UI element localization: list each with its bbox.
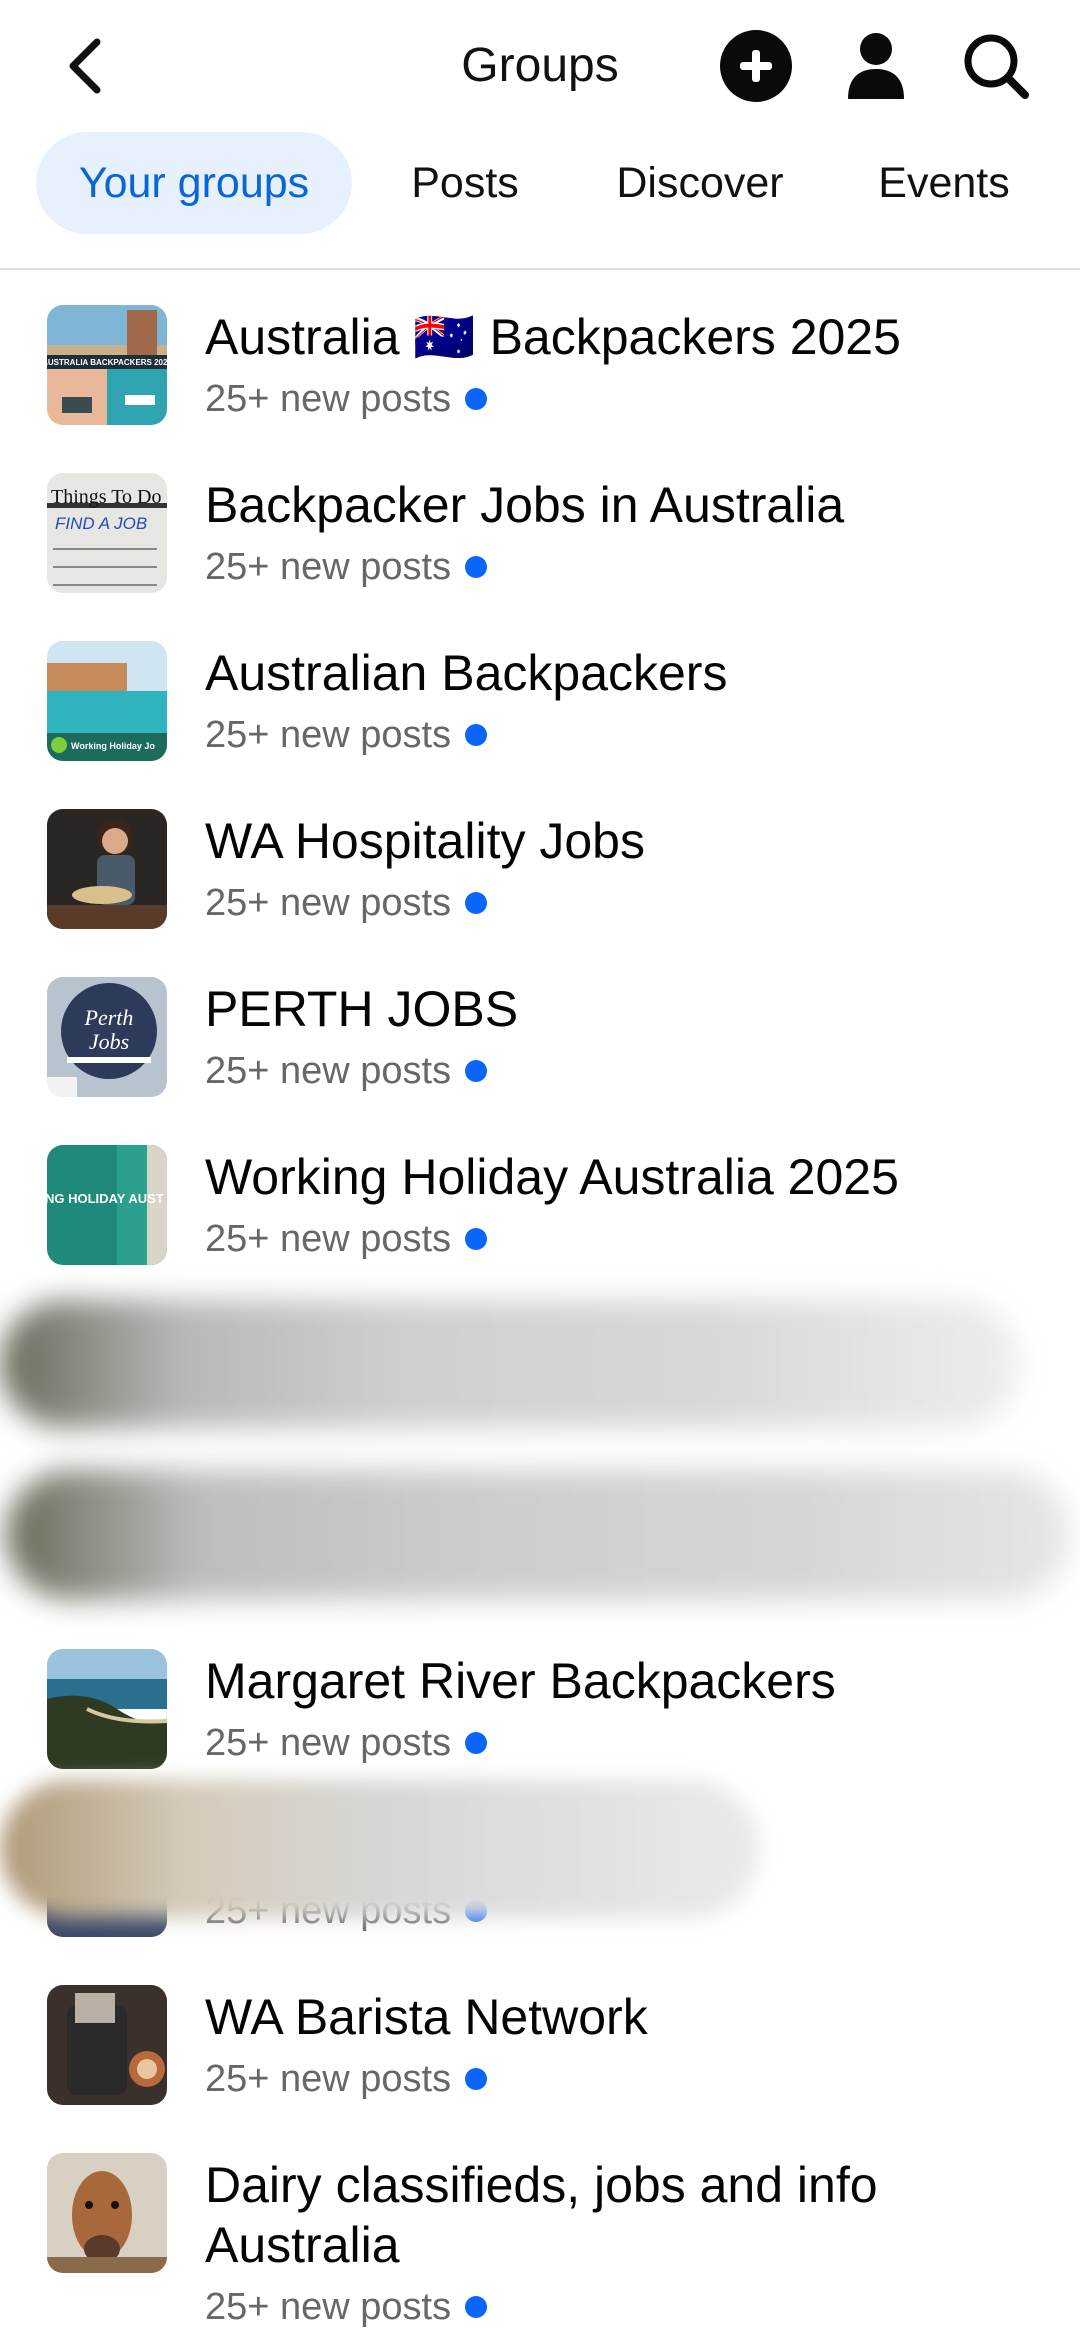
tab-discover[interactable]: Discover: [596, 132, 804, 234]
group-thumbnail: Things To Do FIND A JOB: [47, 473, 167, 593]
group-item-backpacker-jobs-in-australia[interactable]: Things To Do FIND A JOB Backpacker Jobs …: [0, 473, 1080, 633]
top-app-bar: Groups: [0, 0, 1080, 130]
group-thumbnail: NG HOLIDAY AUST: [47, 1145, 167, 1265]
group-thumbnail: AUSTRALIA BACKPACKERS 2022: [47, 305, 167, 425]
group-name: Dairy classifieds, jobs and info Austral…: [205, 2157, 878, 2273]
unread-dot: [465, 1228, 488, 1250]
person-icon: [848, 33, 904, 99]
search-button[interactable]: [958, 28, 1034, 104]
group-name: Margaret River Backpackers: [205, 1653, 836, 1709]
group-thumbnail: [47, 1985, 167, 2105]
svg-text:FIND A JOB: FIND A JOB: [55, 514, 147, 533]
svg-text:NG HOLIDAY AUST: NG HOLIDAY AUST: [47, 1191, 164, 1206]
group-thumbnail: Working Holiday Jo: [47, 641, 167, 761]
group-activity: 25+ new posts: [205, 879, 488, 927]
group-activity: 25+ new posts: [205, 1719, 488, 1767]
group-item-wa-barista-network[interactable]: WA Barista Network 25+ new posts: [0, 1985, 1080, 2145]
group-name: Australian Backpackers: [205, 645, 728, 701]
new-posts-label: 25+ new posts: [205, 1218, 452, 1260]
new-posts-label: 25+ new posts: [205, 2286, 452, 2328]
tab-bar: Your groups Posts Discover Events: [0, 130, 1080, 236]
redacted-group-item: [6, 1470, 1070, 1600]
new-posts-label: 25+ new posts: [205, 546, 452, 588]
tab-divider: [0, 268, 1080, 270]
tab-posts[interactable]: Posts: [386, 132, 544, 234]
new-posts-label: 25+ new posts: [205, 714, 452, 756]
group-activity: 25+ new posts: [205, 375, 488, 423]
group-item-wa-hospitality-jobs[interactable]: WA Hospitality Jobs 25+ new posts: [0, 809, 1080, 969]
group-activity: 25+ new posts: [205, 711, 488, 759]
unread-dot: [465, 388, 488, 410]
group-activity: 25+ new posts: [205, 2055, 488, 2103]
unread-dot: [465, 556, 488, 578]
unread-dot: [465, 1732, 488, 1754]
unread-dot: [465, 2068, 488, 2090]
redacted-group-item: [0, 1300, 1020, 1428]
new-posts-label: 25+ new posts: [205, 1722, 452, 1764]
redacted-group-item: [0, 1780, 760, 1918]
svg-text:Perth: Perth: [84, 1005, 134, 1030]
group-thumbnail: [47, 1649, 167, 1769]
new-posts-label: 25+ new posts: [205, 1050, 452, 1092]
unread-dot: [465, 724, 488, 746]
unread-dot: [465, 1060, 488, 1082]
group-item-working-holiday-australia-2025[interactable]: NG HOLIDAY AUST Working Holiday Australi…: [0, 1145, 1080, 1305]
tab-events[interactable]: Events: [860, 132, 1028, 234]
group-activity: 25+ new posts: [205, 1215, 488, 1263]
svg-text:Jobs: Jobs: [89, 1029, 129, 1054]
group-thumbnail: Perth Jobs: [47, 977, 167, 1097]
group-name: WA Hospitality Jobs: [205, 813, 645, 869]
group-thumbnail: [47, 2153, 167, 2273]
group-activity: 25+ new posts: [205, 543, 488, 591]
group-name: WA Barista Network: [205, 1989, 648, 2045]
group-item-perth-jobs[interactable]: Perth Jobs PERTH JOBS 25+ new posts: [0, 977, 1080, 1137]
group-item-dairy-classifieds[interactable]: Dairy classifieds, jobs and info Austral…: [0, 2153, 1080, 2328]
new-posts-label: 25+ new posts: [205, 2058, 452, 2100]
create-group-button[interactable]: [720, 30, 792, 102]
group-activity: 25+ new posts: [205, 1047, 488, 1095]
search-icon: [964, 34, 1029, 99]
new-posts-label: 25+ new posts: [205, 378, 452, 420]
svg-text:AUSTRALIA BACKPACKERS 2022: AUSTRALIA BACKPACKERS 2022: [47, 358, 167, 367]
profile-button[interactable]: [840, 28, 912, 104]
group-item-australia-backpackers-2025[interactable]: AUSTRALIA BACKPACKERS 2022 Australia 🇦🇺 …: [0, 305, 1080, 465]
group-thumbnail: [47, 809, 167, 929]
new-posts-label: 25+ new posts: [205, 882, 452, 924]
tab-your-groups[interactable]: Your groups: [36, 132, 352, 234]
unread-dot: [465, 892, 488, 914]
group-name: Australia 🇦🇺 Backpackers 2025: [205, 309, 901, 365]
svg-text:Working Holiday Jo: Working Holiday Jo: [71, 741, 155, 751]
plus-icon: [740, 50, 772, 82]
unread-dot: [465, 2296, 488, 2318]
svg-text:Things To Do: Things To Do: [51, 486, 161, 508]
group-name: Working Holiday Australia 2025: [205, 1149, 899, 1205]
page-title: Groups: [461, 39, 619, 92]
group-name: PERTH JOBS: [205, 981, 519, 1037]
group-item-australian-backpackers[interactable]: Working Holiday Jo Australian Backpacker…: [0, 641, 1080, 801]
group-name: Backpacker Jobs in Australia: [205, 477, 845, 533]
group-activity: 25+ new posts: [205, 2283, 488, 2331]
